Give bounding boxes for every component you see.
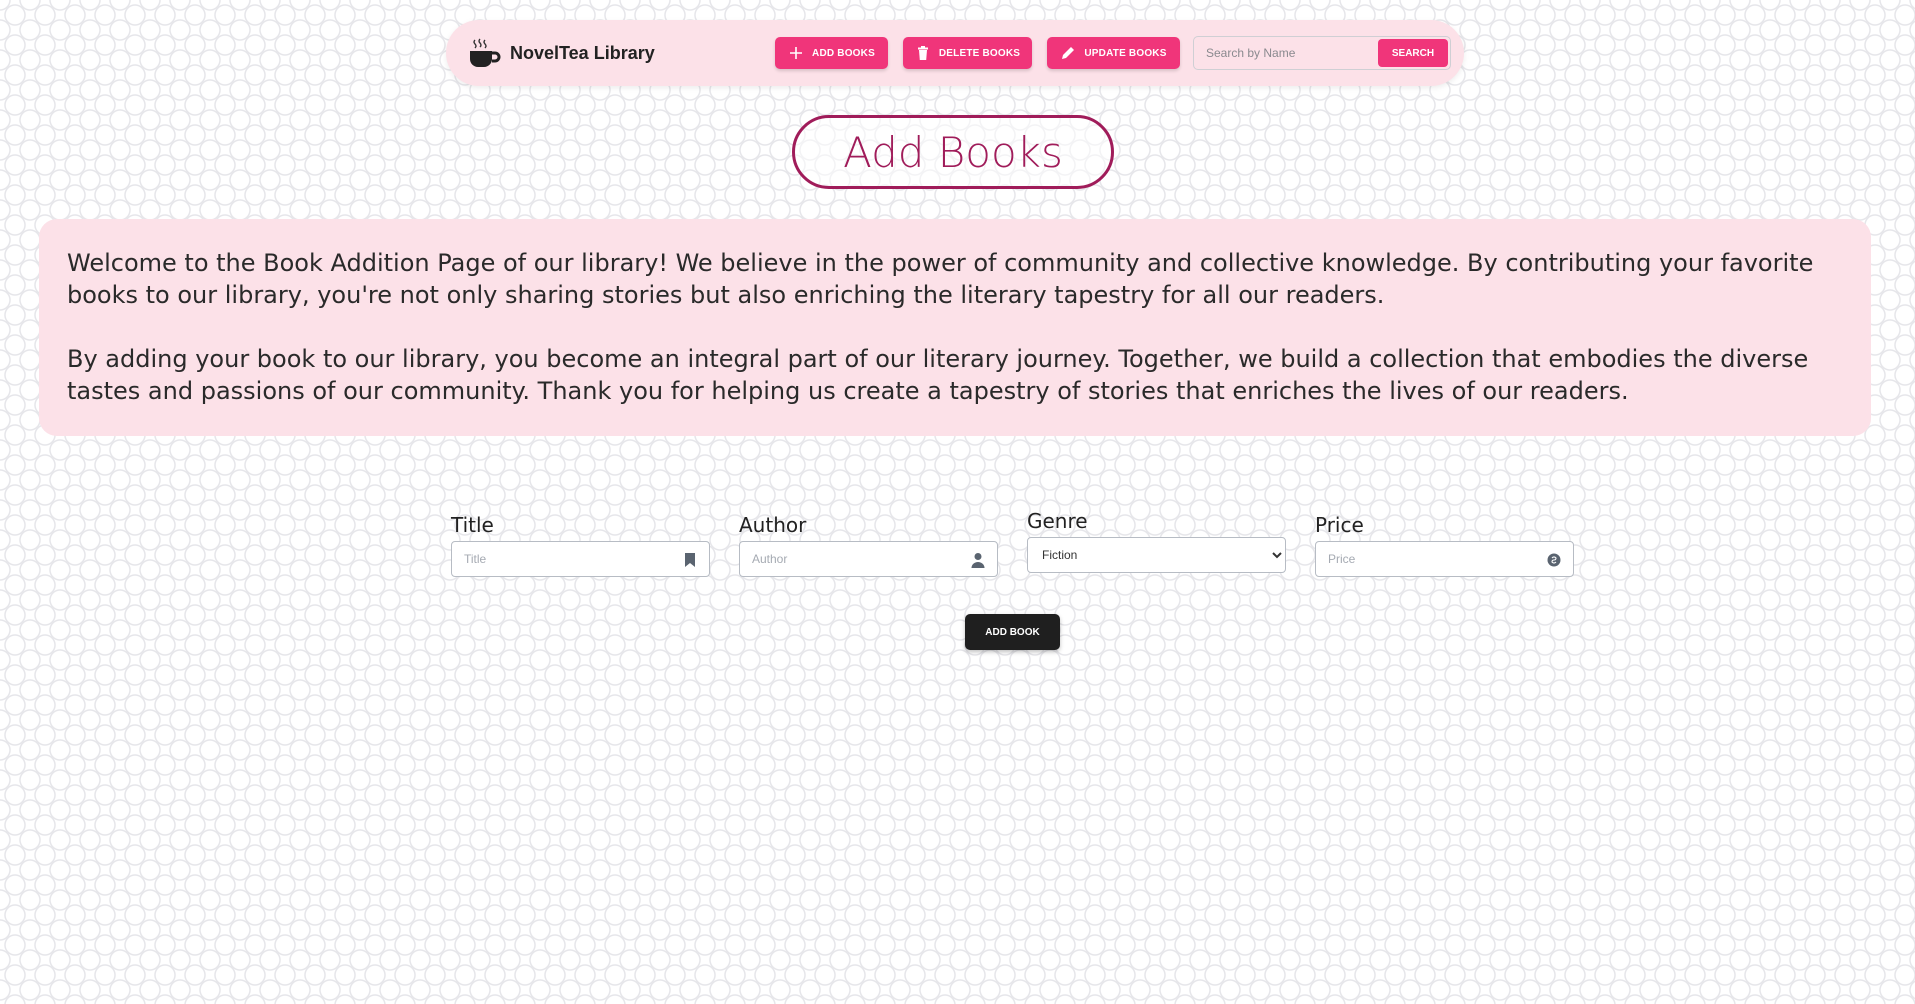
genre-select[interactable]: Fiction (1027, 537, 1286, 573)
teacup-icon (468, 37, 502, 69)
add-books-label: ADD BOOKS (812, 47, 875, 59)
update-books-button[interactable]: UPDATE BOOKS (1047, 37, 1180, 69)
title-field: Title (451, 513, 710, 577)
price-field: Price (1315, 513, 1574, 577)
author-input-box (739, 541, 998, 577)
title-input-box (451, 541, 710, 577)
search-bar: SEARCH (1193, 36, 1451, 70)
pencil-icon (1060, 45, 1076, 61)
add-book-button[interactable]: ADD BOOK (965, 614, 1060, 650)
price-input-box (1315, 541, 1574, 577)
navbar: NovelTea Library ADD BOOKS DELETE BOOKS … (446, 20, 1464, 86)
title-input[interactable] (452, 542, 709, 576)
author-field: Author (739, 513, 998, 577)
add-books-button[interactable]: ADD BOOKS (775, 37, 888, 69)
author-input[interactable] (740, 542, 997, 576)
delete-books-label: DELETE BOOKS (938, 47, 1021, 59)
price-label: Price (1315, 513, 1364, 537)
intro-paragraph-1: Welcome to the Book Addition Page of our… (67, 249, 1814, 309)
search-button[interactable]: SEARCH (1378, 39, 1448, 67)
title-label: Title (451, 513, 494, 537)
price-input[interactable] (1316, 542, 1573, 576)
brand-name: NovelTea Library (510, 42, 655, 63)
trash-icon (915, 45, 931, 61)
bookmark-icon (683, 552, 697, 568)
intro-panel: Welcome to the Book Addition Page of our… (39, 219, 1871, 436)
genre-label: Genre (1027, 509, 1088, 533)
author-label: Author (739, 513, 807, 537)
delete-books-button[interactable]: DELETE BOOKS (903, 37, 1032, 69)
update-books-label: UPDATE BOOKS (1084, 47, 1167, 59)
search-input[interactable] (1194, 37, 1374, 69)
brand[interactable]: NovelTea Library (468, 35, 655, 71)
genre-field: Genre Fiction (1027, 509, 1286, 573)
coin-icon (1547, 552, 1561, 568)
page-title: Add Books (792, 115, 1114, 189)
intro-paragraph-2: By adding your book to our library, you … (67, 345, 1809, 405)
user-icon (971, 552, 985, 568)
plus-icon (788, 45, 804, 61)
